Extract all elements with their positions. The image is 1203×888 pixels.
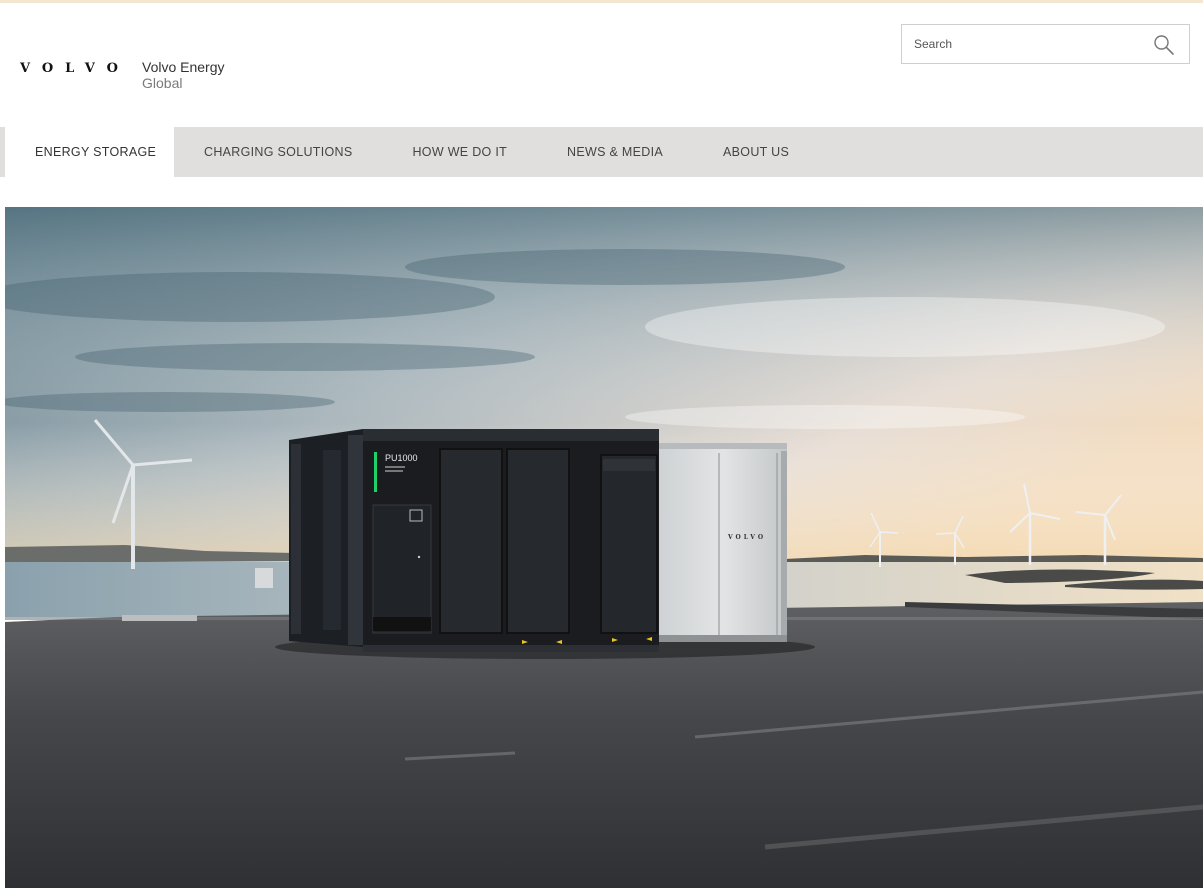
brand-region: Global — [142, 75, 183, 91]
nav-news-media[interactable]: NEWS & MEDIA — [537, 127, 693, 177]
nav-energy-storage[interactable]: ENERGY STORAGE — [5, 127, 174, 177]
hero-image: PU1000 VOLVO — [5, 207, 1203, 888]
silver-container-section: VOLVO — [659, 443, 787, 642]
main-nav: ENERGY STORAGE CHARGING SOLUTIONS HOW WE… — [0, 127, 1203, 177]
hero-illustration: PU1000 VOLVO — [5, 207, 1203, 888]
top-accent-line — [0, 0, 1203, 3]
volvo-logo[interactable]: VOLVO — [20, 61, 130, 76]
search-box — [901, 24, 1190, 64]
nav-how-we-do-it[interactable]: HOW WE DO IT — [382, 127, 537, 177]
container-label: PU1000 — [385, 453, 418, 463]
battery-container: PU1000 — [289, 429, 659, 652]
nav-charging-solutions[interactable]: CHARGING SOLUTIONS — [174, 127, 382, 177]
brand-title[interactable]: Volvo Energy Global — [142, 59, 225, 91]
nav-about-us[interactable]: ABOUT US — [693, 127, 819, 177]
search-input[interactable] — [902, 25, 1142, 63]
search-icon[interactable] — [1153, 34, 1175, 56]
brand-name: Volvo Energy — [142, 59, 225, 75]
status-led — [374, 452, 377, 492]
container-brand: VOLVO — [727, 534, 766, 541]
